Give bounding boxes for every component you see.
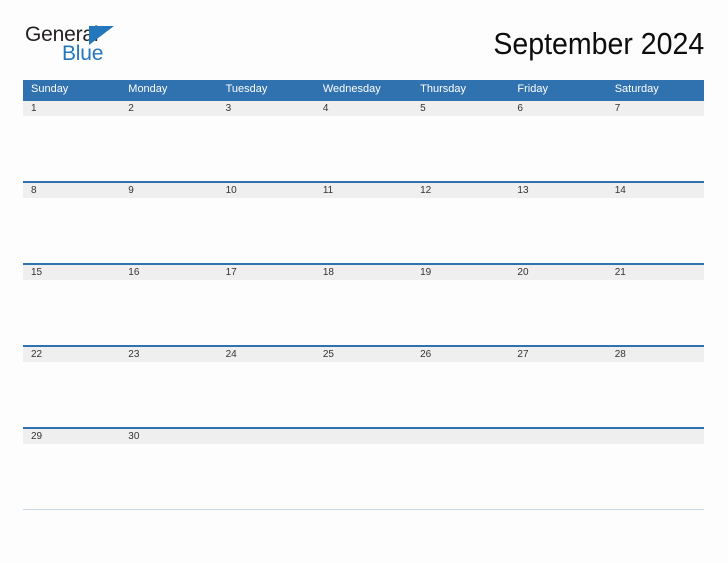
day-cell[interactable]: 22 [23,347,120,362]
day-cell[interactable]: 26 [412,347,509,362]
calendar-grid: Sunday Monday Tuesday Wednesday Thursday… [23,80,704,510]
day-cell[interactable]: 2 [120,101,217,116]
weekday-header-wednesday: Wednesday [322,83,381,95]
week-note-area[interactable] [23,116,704,181]
week-date-strip: 29 30 [23,427,704,444]
week-row: 22 23 24 25 26 27 28 [23,345,704,427]
week-row: 8 9 10 11 12 13 14 [23,181,704,263]
week-row: 15 16 17 18 19 20 21 [23,263,704,345]
day-cell[interactable]: 20 [509,265,606,280]
day-cell[interactable]: 15 [23,265,120,280]
day-cell[interactable] [412,429,509,444]
day-cell[interactable]: 21 [607,265,704,280]
weekday-header-monday: Monday [128,83,168,95]
day-cell[interactable]: 27 [509,347,606,362]
day-cell[interactable]: 29 [23,429,120,444]
day-cell[interactable]: 12 [412,183,509,198]
week-note-area[interactable] [23,444,704,509]
day-cell[interactable]: 19 [412,265,509,280]
page-header: General Blue September 2024 [23,24,704,74]
day-cell[interactable]: 25 [315,347,412,362]
week-date-strip: 8 9 10 11 12 13 14 [23,181,704,198]
weekday-header-row: Sunday Monday Tuesday Wednesday Thursday… [23,80,704,99]
week-row: 29 30 [23,427,704,509]
page-title: September 2024 [493,26,704,61]
week-note-area[interactable] [23,198,704,263]
calendar-page: General Blue September 2024 Sunday Monda… [0,0,728,563]
day-cell[interactable]: 11 [315,183,412,198]
weekday-header-friday: Friday [517,83,548,95]
day-cell[interactable]: 1 [23,101,120,116]
week-date-strip: 22 23 24 25 26 27 28 [23,345,704,362]
week-date-strip: 1 2 3 4 5 6 7 [23,99,704,116]
day-cell[interactable]: 23 [120,347,217,362]
day-cell[interactable]: 24 [218,347,315,362]
day-cell[interactable]: 9 [120,183,217,198]
week-date-strip: 15 16 17 18 19 20 21 [23,263,704,280]
day-cell[interactable]: 13 [509,183,606,198]
day-cell[interactable]: 14 [607,183,704,198]
day-cell[interactable]: 5 [412,101,509,116]
general-blue-logo: General Blue [23,24,153,70]
day-cell[interactable] [315,429,412,444]
calendar-bottom-divider [23,509,704,510]
day-cell[interactable] [509,429,606,444]
weekday-header-saturday: Saturday [614,83,659,95]
weekday-header-tuesday: Tuesday [225,83,268,95]
day-cell[interactable]: 28 [607,347,704,362]
weekday-header-thursday: Thursday [420,83,466,95]
week-note-area[interactable] [23,280,704,345]
day-cell[interactable]: 16 [120,265,217,280]
day-cell[interactable]: 10 [218,183,315,198]
day-cell[interactable] [607,429,704,444]
week-note-area[interactable] [23,362,704,427]
day-cell[interactable]: 8 [23,183,120,198]
day-cell[interactable] [218,429,315,444]
logo-word-blue: Blue [62,42,104,65]
day-cell[interactable]: 4 [315,101,412,116]
day-cell[interactable]: 17 [218,265,315,280]
weekday-header-sunday: Sunday [31,83,69,95]
week-row: 1 2 3 4 5 6 7 [23,99,704,181]
day-cell[interactable]: 7 [607,101,704,116]
day-cell[interactable]: 3 [218,101,315,116]
day-cell[interactable]: 18 [315,265,412,280]
day-cell[interactable]: 6 [509,101,606,116]
day-cell[interactable]: 30 [120,429,217,444]
